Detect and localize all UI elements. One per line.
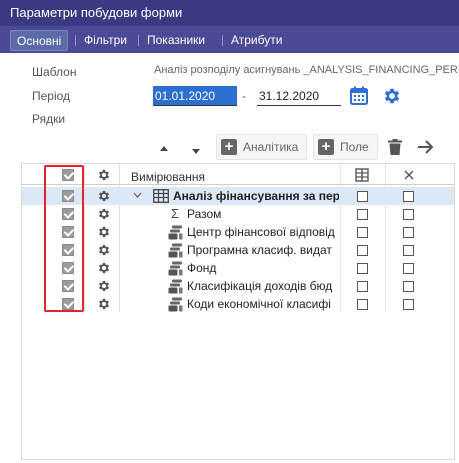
tab-separator <box>222 35 223 46</box>
grid-row[interactable]: Класифікація доходів бюд <box>22 277 454 295</box>
dimension-icon <box>168 225 183 240</box>
grid-row[interactable]: Σ Разом <box>22 205 454 223</box>
row-label: Центр фінансової відповід <box>187 225 335 239</box>
dimension-icon <box>168 279 183 294</box>
select-all-checkbox[interactable] <box>62 169 74 181</box>
row-label: Фонд <box>187 261 217 275</box>
arrow-right-icon[interactable] <box>417 140 434 157</box>
gear-icon[interactable] <box>97 261 111 275</box>
grid-row[interactable]: Програмна класиф. видат <box>22 241 454 259</box>
row-checkbox[interactable] <box>62 190 74 202</box>
grid-row[interactable]: Фонд <box>22 259 454 277</box>
delete-trash-icon[interactable] <box>388 139 402 158</box>
col1-checkbox[interactable] <box>357 191 368 202</box>
row-label: Коди економічної класифі <box>187 297 331 311</box>
add-field-button[interactable]: + Поле <box>313 134 378 160</box>
period-from-input[interactable] <box>153 86 237 106</box>
row-checkbox[interactable] <box>62 226 74 238</box>
row-label: Аналіз фінансування за пері <box>173 189 339 203</box>
add-field-label: Поле <box>340 140 369 154</box>
col2-checkbox[interactable] <box>403 209 414 220</box>
row-checkbox[interactable] <box>62 298 74 310</box>
tab-bar: Основні Фільтри Показники Атрибути <box>0 26 459 53</box>
gear-icon[interactable] <box>97 279 111 293</box>
gear-icon[interactable] <box>97 207 111 221</box>
dimension-icon <box>168 297 183 312</box>
col2-checkbox[interactable] <box>403 299 414 310</box>
rows-label: Рядки <box>32 112 66 126</box>
gear-icon[interactable] <box>97 225 111 239</box>
gear-icon[interactable] <box>97 168 111 182</box>
plus-icon: + <box>221 139 237 155</box>
tab-attributes[interactable]: Атрибути <box>225 30 288 51</box>
sigma-icon: Σ <box>171 206 180 221</box>
tab-separator <box>75 35 76 46</box>
tab-main[interactable]: Основні <box>10 30 69 51</box>
col1-checkbox[interactable] <box>357 227 368 238</box>
col2-checkbox[interactable] <box>403 245 414 256</box>
dimensions-grid: Вимірювання Аналіз фінансування за пері <box>21 163 455 460</box>
grid-row[interactable]: Центр фінансової відповід <box>22 223 454 241</box>
tab-separator <box>138 35 139 46</box>
move-down-button[interactable] <box>191 144 201 158</box>
gear-icon[interactable] <box>97 297 111 311</box>
gear-icon[interactable] <box>97 243 111 257</box>
row-checkbox[interactable] <box>62 262 74 274</box>
calendar-icon[interactable] <box>350 86 368 108</box>
tab-filters[interactable]: Фільтри <box>78 30 133 51</box>
columns-icon <box>355 168 369 182</box>
period-label: Період <box>32 89 71 103</box>
gear-icon[interactable] <box>97 189 111 203</box>
template-label: Шаблон <box>32 65 77 79</box>
row-checkbox[interactable] <box>62 208 74 220</box>
row-label: Програмна класиф. видат <box>187 243 332 257</box>
chevron-down-icon[interactable] <box>133 192 142 199</box>
window-title: Параметри побудови форми <box>0 0 459 26</box>
period-dash: - <box>242 89 246 103</box>
col1-checkbox[interactable] <box>357 281 368 292</box>
dimensions-header: Вимірювання <box>131 170 205 184</box>
row-label: Класифікація доходів бюд <box>187 279 333 293</box>
dimension-icon <box>168 243 183 258</box>
grid-header: Вимірювання <box>22 167 454 185</box>
row-checkbox[interactable] <box>62 244 74 256</box>
col1-checkbox[interactable] <box>357 299 368 310</box>
col2-checkbox[interactable] <box>403 191 414 202</box>
row-label: Разом <box>187 207 222 221</box>
dimension-icon <box>168 261 183 276</box>
tab-indicators[interactable]: Показники <box>141 30 211 51</box>
plus-icon: + <box>318 139 334 155</box>
period-to-input[interactable] <box>257 86 341 106</box>
col1-checkbox[interactable] <box>357 245 368 256</box>
col1-checkbox[interactable] <box>357 209 368 220</box>
col2-checkbox[interactable] <box>403 281 414 292</box>
row-checkbox[interactable] <box>62 280 74 292</box>
close-icon <box>404 170 414 180</box>
col2-checkbox[interactable] <box>403 227 414 238</box>
move-up-button[interactable] <box>159 142 169 156</box>
settings-gear-icon[interactable] <box>382 86 402 109</box>
template-field[interactable]: Аналіз розподілу асигнувань _ANALYSIS_FI… <box>154 64 459 76</box>
grid-row[interactable]: Коди економічної класифі <box>22 295 454 313</box>
add-analytics-button[interactable]: + Аналітика <box>216 134 307 160</box>
add-analytics-label: Аналітика <box>243 140 299 154</box>
grid-row-root[interactable]: Аналіз фінансування за пері <box>22 187 454 205</box>
col1-checkbox[interactable] <box>357 263 368 274</box>
col2-checkbox[interactable] <box>403 263 414 274</box>
table-icon <box>153 189 169 203</box>
